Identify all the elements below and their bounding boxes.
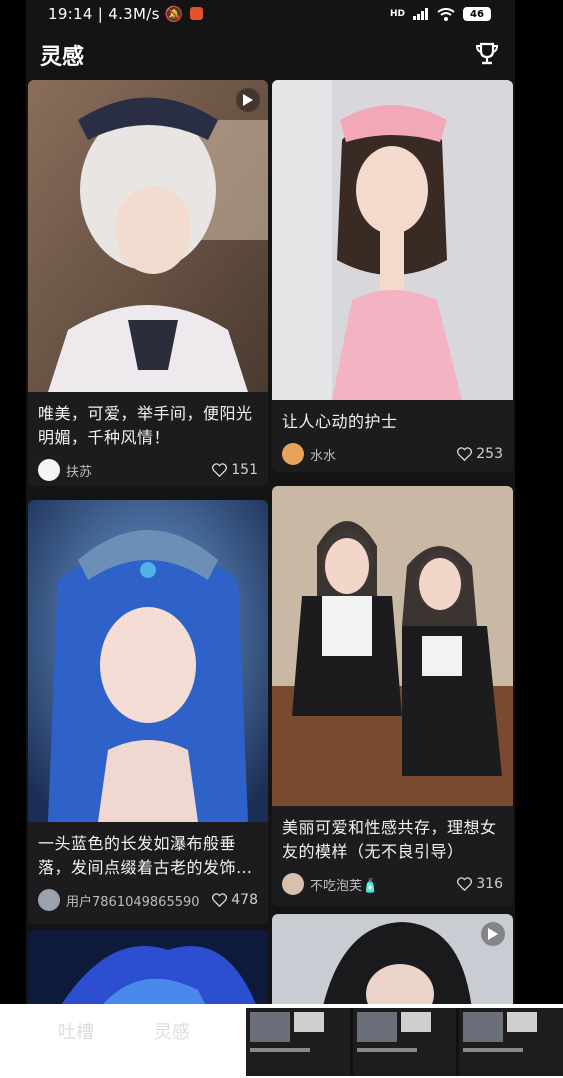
card-title: 美丽可爱和性感共存，理想女友的模样（无不良引导） [282, 818, 497, 861]
heart-icon [457, 877, 473, 891]
feed-card[interactable]: 让人心动的护士 水水 253 [272, 80, 513, 472]
network-type: HD [389, 9, 405, 19]
like-count: 316 [476, 876, 503, 892]
thumbnail[interactable] [246, 1008, 350, 1076]
wifi-icon [437, 7, 455, 21]
like-button[interactable]: 151 [212, 462, 258, 478]
author-name[interactable]: 不吃泡芙🧴 [310, 875, 457, 894]
heart-icon [212, 893, 228, 907]
card-title: 让人心动的护士 [282, 412, 398, 431]
tab-linggan[interactable]: 灵感 [154, 1018, 190, 1044]
feed-card[interactable]: 唯美，可爱，举手间，便阳光明媚，千种风情！ 扶苏 151 [28, 80, 268, 486]
network-speed: 4.3M/s [108, 5, 160, 23]
like-count: 478 [231, 892, 258, 908]
like-button[interactable]: 478 [212, 892, 258, 908]
recording-icon [189, 7, 203, 20]
card-image [28, 80, 268, 392]
tab-tucao[interactable]: 吐槽 [58, 1018, 94, 1044]
avatar [282, 873, 304, 895]
heart-icon [457, 447, 473, 461]
battery-indicator: 46 [463, 7, 491, 21]
feed-card[interactable] [272, 914, 513, 1004]
avatar [38, 889, 60, 911]
card-meta: 扶苏 151 [38, 458, 258, 482]
card-meta: 水水 253 [282, 442, 503, 466]
like-button[interactable]: 316 [457, 876, 503, 892]
trophy-icon[interactable] [473, 40, 501, 68]
video-badge [236, 88, 260, 112]
card-image [28, 930, 268, 1004]
author-name[interactable]: 用户7861049865590 [66, 891, 212, 910]
card-image [272, 486, 513, 806]
card-image [272, 914, 513, 1004]
bottom-nav: 吐槽 灵感 [0, 1004, 563, 1078]
card-title: 唯美，可爱，举手间，便阳光明媚，千种风情！ [38, 404, 253, 447]
card-title: 一头蓝色的长发如瀑布般垂落，发间点缀着古老的发饰… [38, 834, 253, 877]
avatar [38, 459, 60, 481]
thumbnail[interactable] [459, 1008, 563, 1076]
card-meta: 不吃泡芙🧴 316 [282, 872, 503, 896]
avatar [282, 443, 304, 465]
card-image [28, 500, 268, 822]
status-time: 19:14 | 4.3M/s 🔕 [48, 5, 203, 23]
like-button[interactable]: 253 [457, 446, 503, 462]
recent-thumbnails [246, 1008, 563, 1076]
mute-icon: 🔕 [164, 5, 184, 23]
heart-icon [212, 463, 228, 477]
author-name[interactable]: 水水 [310, 445, 457, 464]
card-meta: 用户7861049865590 478 [38, 888, 258, 912]
author-name[interactable]: 扶苏 [66, 461, 212, 480]
signal-icon [413, 8, 428, 20]
feed-card[interactable] [28, 930, 268, 1004]
like-count: 151 [231, 462, 258, 478]
play-icon [488, 928, 498, 940]
card-image [272, 80, 513, 400]
app-screen: 19:14 | 4.3M/s 🔕 HD 46 灵感 唯美，可爱，举手间，便阳光明… [26, 0, 515, 1004]
status-icons: HD 46 [390, 7, 491, 21]
video-badge [481, 922, 505, 946]
play-icon [243, 94, 253, 106]
page-title: 灵感 [40, 45, 85, 70]
page-header: 灵感 [26, 30, 515, 76]
thumbnail[interactable] [352, 1008, 457, 1076]
like-count: 253 [476, 446, 503, 462]
feed-card[interactable]: 美丽可爱和性感共存，理想女友的模样（无不良引导） 不吃泡芙🧴 316 [272, 486, 513, 906]
status-bar: 19:14 | 4.3M/s 🔕 HD 46 [26, 0, 515, 30]
clock: 19:14 [48, 5, 93, 23]
feed-card[interactable]: 一头蓝色的长发如瀑布般垂落，发间点缀着古老的发饰… 用户786104986559… [28, 500, 268, 924]
